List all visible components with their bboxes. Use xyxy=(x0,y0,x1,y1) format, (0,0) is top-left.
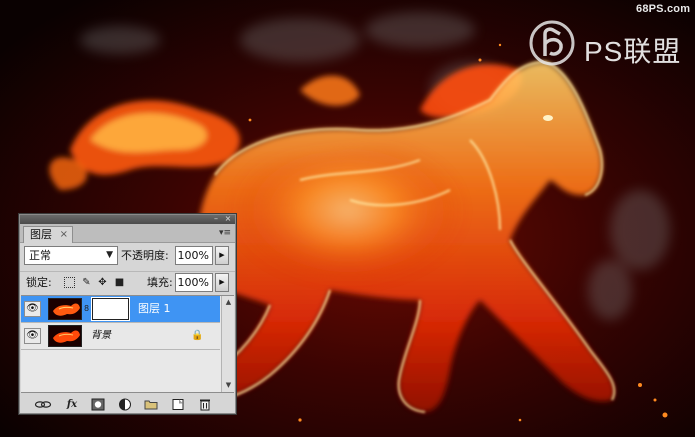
close-icon[interactable]: × xyxy=(224,215,232,223)
layer-thumbnail xyxy=(48,298,82,320)
new-layer-icon[interactable] xyxy=(171,398,185,411)
trash-icon[interactable] xyxy=(198,398,212,411)
watermark-brand: PS联盟 xyxy=(584,36,682,67)
lock-icon: 🔒 xyxy=(191,330,204,341)
panel-tab-row: 图层 × ▾≡ xyxy=(20,224,235,243)
blend-mode-value: 正常 xyxy=(29,249,51,262)
ps-logo-icon xyxy=(529,20,575,66)
layer-name[interactable]: 图层 1 xyxy=(138,301,171,317)
opacity-slider-button[interactable]: ▶ xyxy=(215,246,229,265)
layer-row-layer1[interactable]: 👁 8 图层 1 xyxy=(21,296,220,323)
blend-mode-select[interactable]: 正常 ▼ xyxy=(24,246,118,265)
layer-list: 👁 8 图层 1 👁 背景 🔒 ▲ ▼ xyxy=(21,295,234,393)
fill-field[interactable]: 100% xyxy=(175,273,213,292)
watermark-site: 68PS.com xyxy=(636,3,691,15)
fill-slider-button[interactable]: ▶ xyxy=(215,273,229,292)
layer-list-scrollbar[interactable]: ▲ ▼ xyxy=(221,296,234,392)
lock-transparent-icon[interactable] xyxy=(64,277,75,288)
lock-fill-row: 锁定: ✎ ✥ ■ 填充: 100% ▶ xyxy=(20,271,235,293)
eye-icon[interactable]: 👁 xyxy=(24,301,41,317)
layer-thumbnail xyxy=(48,325,82,347)
tab-layers-label: 图层 xyxy=(30,228,52,241)
panel-footer: fx xyxy=(20,396,235,413)
layer-name[interactable]: 背景 xyxy=(91,329,111,343)
opacity-label: 不透明度: xyxy=(121,249,169,262)
panel-titlebar[interactable]: – × xyxy=(20,215,235,224)
scroll-down-icon[interactable]: ▼ xyxy=(223,380,234,391)
scroll-up-icon[interactable]: ▲ xyxy=(223,297,234,308)
lock-brush-icon[interactable]: ✎ xyxy=(81,277,92,288)
tab-close-icon[interactable]: × xyxy=(60,227,68,242)
lock-all-icon[interactable]: ■ xyxy=(114,277,125,288)
layers-panel: – × 图层 × ▾≡ 正常 ▼ 不透明度: 100% ▶ 锁定: ✎ ✥ ■ … xyxy=(19,214,236,414)
layer-mask-thumbnail[interactable] xyxy=(91,297,130,321)
fx-icon[interactable]: fx xyxy=(63,398,81,411)
blend-opacity-row: 正常 ▼ 不透明度: 100% ▶ xyxy=(20,245,235,267)
eye-icon[interactable]: 👁 xyxy=(24,328,41,344)
link-chain-icon[interactable]: 8 xyxy=(84,303,90,315)
lock-label: 锁定: xyxy=(26,276,52,289)
tab-layers[interactable]: 图层 × xyxy=(23,226,73,243)
panel-menu-icon[interactable]: ▾≡ xyxy=(219,227,231,239)
group-folder-icon[interactable] xyxy=(144,398,158,411)
layer-row-background[interactable]: 👁 背景 🔒 xyxy=(21,323,220,350)
add-mask-icon[interactable] xyxy=(91,398,105,411)
fill-label: 填充: xyxy=(147,276,173,289)
minimize-icon[interactable]: – xyxy=(212,215,220,223)
adjustment-layer-icon[interactable] xyxy=(118,398,132,411)
opacity-field[interactable]: 100% xyxy=(175,246,213,265)
lock-move-icon[interactable]: ✥ xyxy=(97,277,108,288)
link-layers-icon[interactable] xyxy=(34,398,52,411)
chevron-down-icon: ▼ xyxy=(106,250,113,260)
